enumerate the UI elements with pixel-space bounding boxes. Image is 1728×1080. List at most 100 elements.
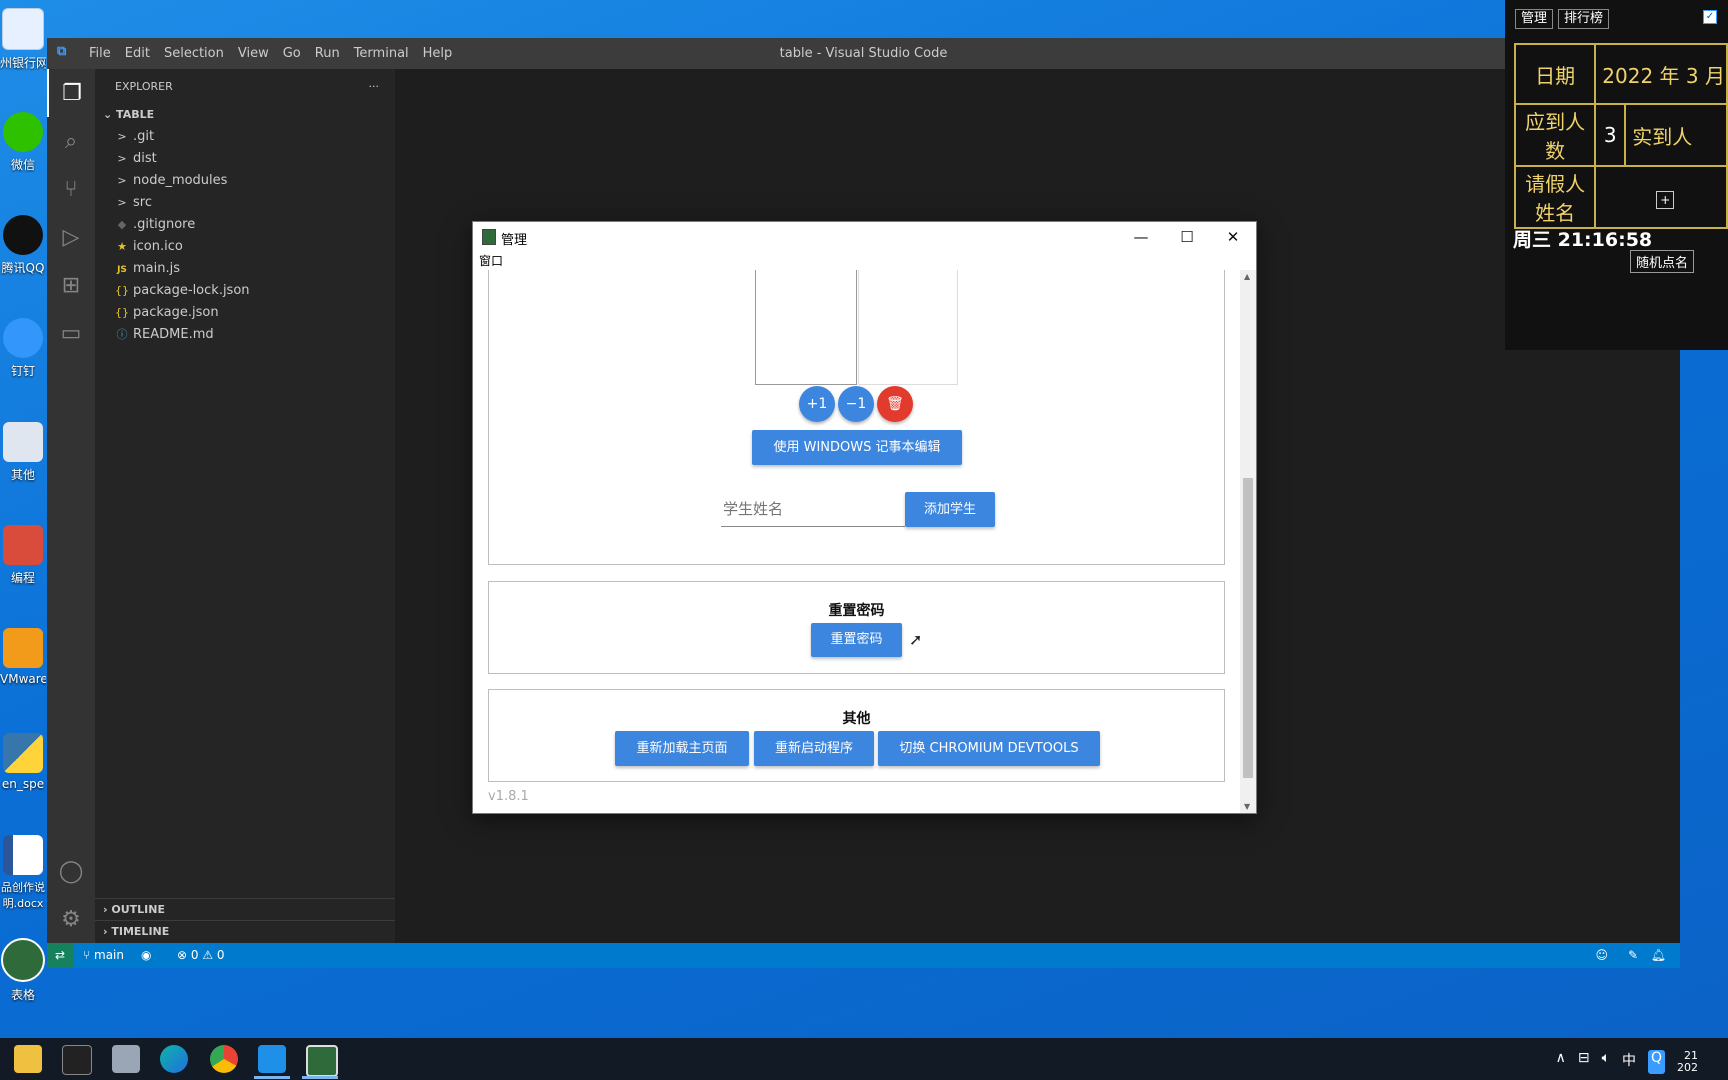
desktop-icon-bank[interactable]: 州银行网 bbox=[0, 8, 46, 71]
minimize-button[interactable]: — bbox=[1118, 222, 1164, 252]
student-list-box[interactable] bbox=[755, 270, 857, 385]
root-folder[interactable]: ⌄ TABLE bbox=[95, 104, 395, 126]
pin-checkbox[interactable]: ✓ bbox=[1703, 10, 1717, 24]
app-icon bbox=[482, 229, 496, 245]
scroll-up-icon[interactable]: ▲ bbox=[1244, 272, 1250, 281]
clock-tray[interactable]: 21 202 bbox=[1677, 1050, 1698, 1074]
maximize-button[interactable]: ☐ bbox=[1164, 222, 1210, 252]
js-file-icon: JS bbox=[117, 265, 127, 275]
desktop-icon-programming[interactable]: 编程 bbox=[0, 525, 46, 586]
tree-item-readme[interactable]: ⓘ README.md bbox=[95, 324, 395, 346]
scrollbar-thumb[interactable] bbox=[1243, 478, 1253, 778]
random-call-button[interactable]: 随机点名 bbox=[1630, 250, 1695, 273]
leave-label: 请假人姓名 bbox=[1513, 165, 1597, 229]
sync-icon[interactable]: ◉ bbox=[141, 948, 151, 962]
active-indicator bbox=[254, 1076, 290, 1079]
restart-app-button[interactable]: 重新启动程序 bbox=[754, 731, 874, 766]
ime-indicator[interactable]: 中 bbox=[1622, 1050, 1636, 1074]
chevron-right-icon: > bbox=[117, 174, 127, 187]
notepad-edit-button[interactable]: 使用 WINDOWS 记事本编辑 bbox=[752, 430, 962, 465]
menu-window[interactable]: 窗口 bbox=[479, 254, 503, 268]
attendance-table: 日期 2022 年 3 月 应到人数 3 实到人 请假人姓名 + bbox=[1513, 43, 1728, 229]
source-control-icon[interactable]: ⑂ bbox=[47, 165, 95, 213]
outline-section[interactable]: › OUTLINE bbox=[95, 898, 395, 921]
remote-icon[interactable]: ⇄ bbox=[47, 943, 73, 968]
tree-item-package-lock[interactable]: {} package-lock.json bbox=[95, 280, 395, 302]
volume-muted-icon[interactable]: 🔈︎ bbox=[1602, 1050, 1610, 1074]
gitignore-file-icon: ◆ bbox=[117, 218, 127, 231]
delete-button[interactable]: 🗑︎ bbox=[877, 386, 913, 422]
manage-tab-button[interactable]: 管理 bbox=[1515, 9, 1554, 29]
desktop-icon-qq[interactable]: 腾讯QQ bbox=[0, 215, 46, 276]
desktop-icon-dingtalk[interactable]: 钉钉 bbox=[0, 318, 46, 379]
tree-item-node-modules[interactable]: > node_modules bbox=[95, 170, 395, 192]
chevron-right-icon: > bbox=[117, 152, 127, 165]
run-debug-icon[interactable]: ▷ bbox=[47, 213, 95, 261]
desktop-icon-python[interactable]: en_spe bbox=[0, 733, 46, 791]
remote-explorer-icon[interactable]: ▭ bbox=[47, 309, 95, 357]
python-icon bbox=[3, 733, 43, 773]
folder-icon bbox=[3, 422, 43, 462]
leaderboard-button[interactable]: 排行榜 bbox=[1558, 9, 1610, 29]
network-icon[interactable]: ⊟ bbox=[1578, 1050, 1590, 1074]
tree-item-icon-ico[interactable]: ★ icon.ico bbox=[95, 236, 395, 258]
activity-bar: ❐ ⌕ ⑂ ▷ ⊞ ▭ ◯ ⚙ bbox=[47, 69, 95, 943]
branch-indicator[interactable]: ⑂ main bbox=[83, 948, 124, 962]
star-file-icon: ★ bbox=[117, 240, 127, 253]
file-explorer-icon[interactable] bbox=[14, 1045, 42, 1073]
version-label: v1.8.1 bbox=[488, 789, 529, 804]
chrome-icon[interactable] bbox=[210, 1045, 238, 1073]
tree-item-package-json[interactable]: {} package.json bbox=[95, 302, 395, 324]
extensions-icon[interactable]: ⊞ bbox=[47, 261, 95, 309]
other-card: 其他 重新加载主页面 重新启动程序 切换 CHROMIUM DEVTOOLS bbox=[488, 689, 1225, 782]
chevron-right-icon: > bbox=[117, 196, 127, 209]
timeline-section[interactable]: › TIMELINE bbox=[95, 920, 395, 943]
toggle-devtools-button[interactable]: 切换 CHROMIUM DEVTOOLS bbox=[878, 731, 1100, 766]
more-actions-icon[interactable]: ··· bbox=[369, 69, 380, 104]
desktop-icon-vmware[interactable]: VMware Workstati bbox=[0, 628, 46, 686]
explorer-icon[interactable]: ❐ bbox=[47, 69, 95, 117]
desktop-icon-table[interactable]: 表格 bbox=[0, 938, 46, 1003]
copilot-icon[interactable]: ☺ bbox=[1595, 948, 1608, 962]
reload-main-page-button[interactable]: 重新加载主页面 bbox=[615, 731, 749, 766]
desktop-icon-other[interactable]: 其他 bbox=[0, 422, 46, 483]
expected-value: 3 bbox=[1594, 103, 1627, 167]
table-app-taskbar-icon[interactable] bbox=[306, 1045, 338, 1077]
remote-desktop-icon[interactable] bbox=[112, 1045, 140, 1073]
desktop-icon-docx[interactable]: 品创作说明.docx bbox=[0, 835, 46, 911]
account-icon[interactable]: ◯ bbox=[47, 847, 95, 895]
scroll-down-icon[interactable]: ▼ bbox=[1244, 802, 1250, 811]
tree-item-main-js[interactable]: JS main.js bbox=[95, 258, 395, 280]
terminal-icon[interactable] bbox=[62, 1045, 92, 1075]
system-tray: ∧ ⊟ 🔈︎ 中 Q 21 202 bbox=[1556, 1050, 1698, 1074]
tree-item-src[interactable]: > src bbox=[95, 192, 395, 214]
settings-gear-icon[interactable]: ⚙ bbox=[47, 895, 95, 943]
json-file-icon: {} bbox=[115, 284, 129, 297]
student-list-box-2[interactable] bbox=[858, 270, 958, 385]
qq-tray-icon[interactable]: Q bbox=[1647, 1050, 1665, 1074]
tree-item-git[interactable]: > .git bbox=[95, 126, 395, 148]
notifications-bell-icon[interactable]: 🔔︎ bbox=[1651, 948, 1666, 962]
desktop-icon-wechat[interactable]: 微信 bbox=[0, 112, 46, 173]
attendance-panel: 管理 排行榜 ✓ 日期 2022 年 3 月 应到人数 3 实到人 请假人姓名 … bbox=[1505, 0, 1728, 350]
info-file-icon: ⓘ bbox=[116, 328, 128, 341]
bank-icon bbox=[2, 8, 44, 50]
manage-window: 管理 — ☐ ✕ 窗口 +1 −1 🗑︎ 使用 WINDOWS 记事本编辑 添加… bbox=[472, 221, 1257, 814]
plus-one-button[interactable]: +1 bbox=[799, 386, 835, 422]
student-name-input[interactable] bbox=[721, 492, 905, 527]
add-student-button[interactable]: 添加学生 bbox=[905, 492, 995, 527]
tree-item-dist[interactable]: > dist bbox=[95, 148, 395, 170]
edge-icon[interactable] bbox=[160, 1045, 188, 1073]
reset-password-button[interactable]: 重置密码 bbox=[811, 623, 902, 657]
wechat-icon bbox=[3, 112, 43, 152]
search-icon[interactable]: ⌕ bbox=[47, 117, 95, 165]
vscode-taskbar-icon[interactable] bbox=[258, 1045, 286, 1073]
scrollbar[interactable]: ▲ ▼ bbox=[1240, 270, 1256, 813]
close-button[interactable]: ✕ bbox=[1210, 222, 1256, 252]
add-leave-button[interactable]: + bbox=[1656, 191, 1675, 209]
tree-item-gitignore[interactable]: ◆ .gitignore bbox=[95, 214, 395, 236]
minus-one-button[interactable]: −1 bbox=[838, 386, 874, 422]
problems-indicator[interactable]: ⊗ 0 ⚠ 0 bbox=[177, 948, 225, 962]
chevron-up-icon[interactable]: ∧ bbox=[1556, 1050, 1566, 1074]
feedback-icon[interactable]: ✎ bbox=[1628, 948, 1638, 962]
